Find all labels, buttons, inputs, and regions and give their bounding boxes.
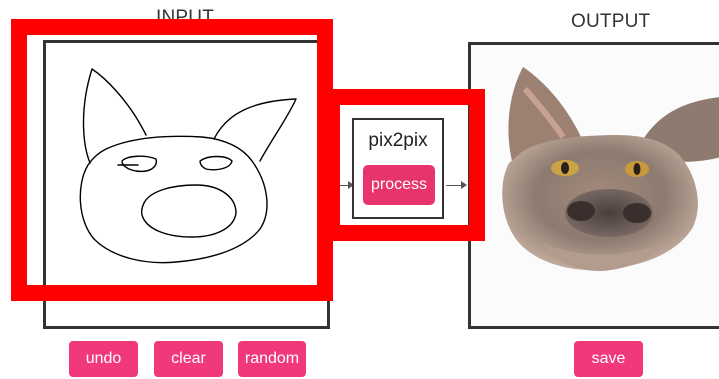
- undo-button[interactable]: undo: [69, 341, 138, 377]
- random-button[interactable]: random: [238, 341, 306, 377]
- output-canvas: [468, 42, 719, 329]
- generated-cat-image: [471, 45, 719, 326]
- highlight-box-model: [324, 89, 485, 241]
- highlight-box-input: [11, 19, 333, 301]
- clear-button[interactable]: clear: [154, 341, 223, 377]
- save-button[interactable]: save: [574, 341, 643, 377]
- output-title: OUTPUT: [571, 11, 651, 32]
